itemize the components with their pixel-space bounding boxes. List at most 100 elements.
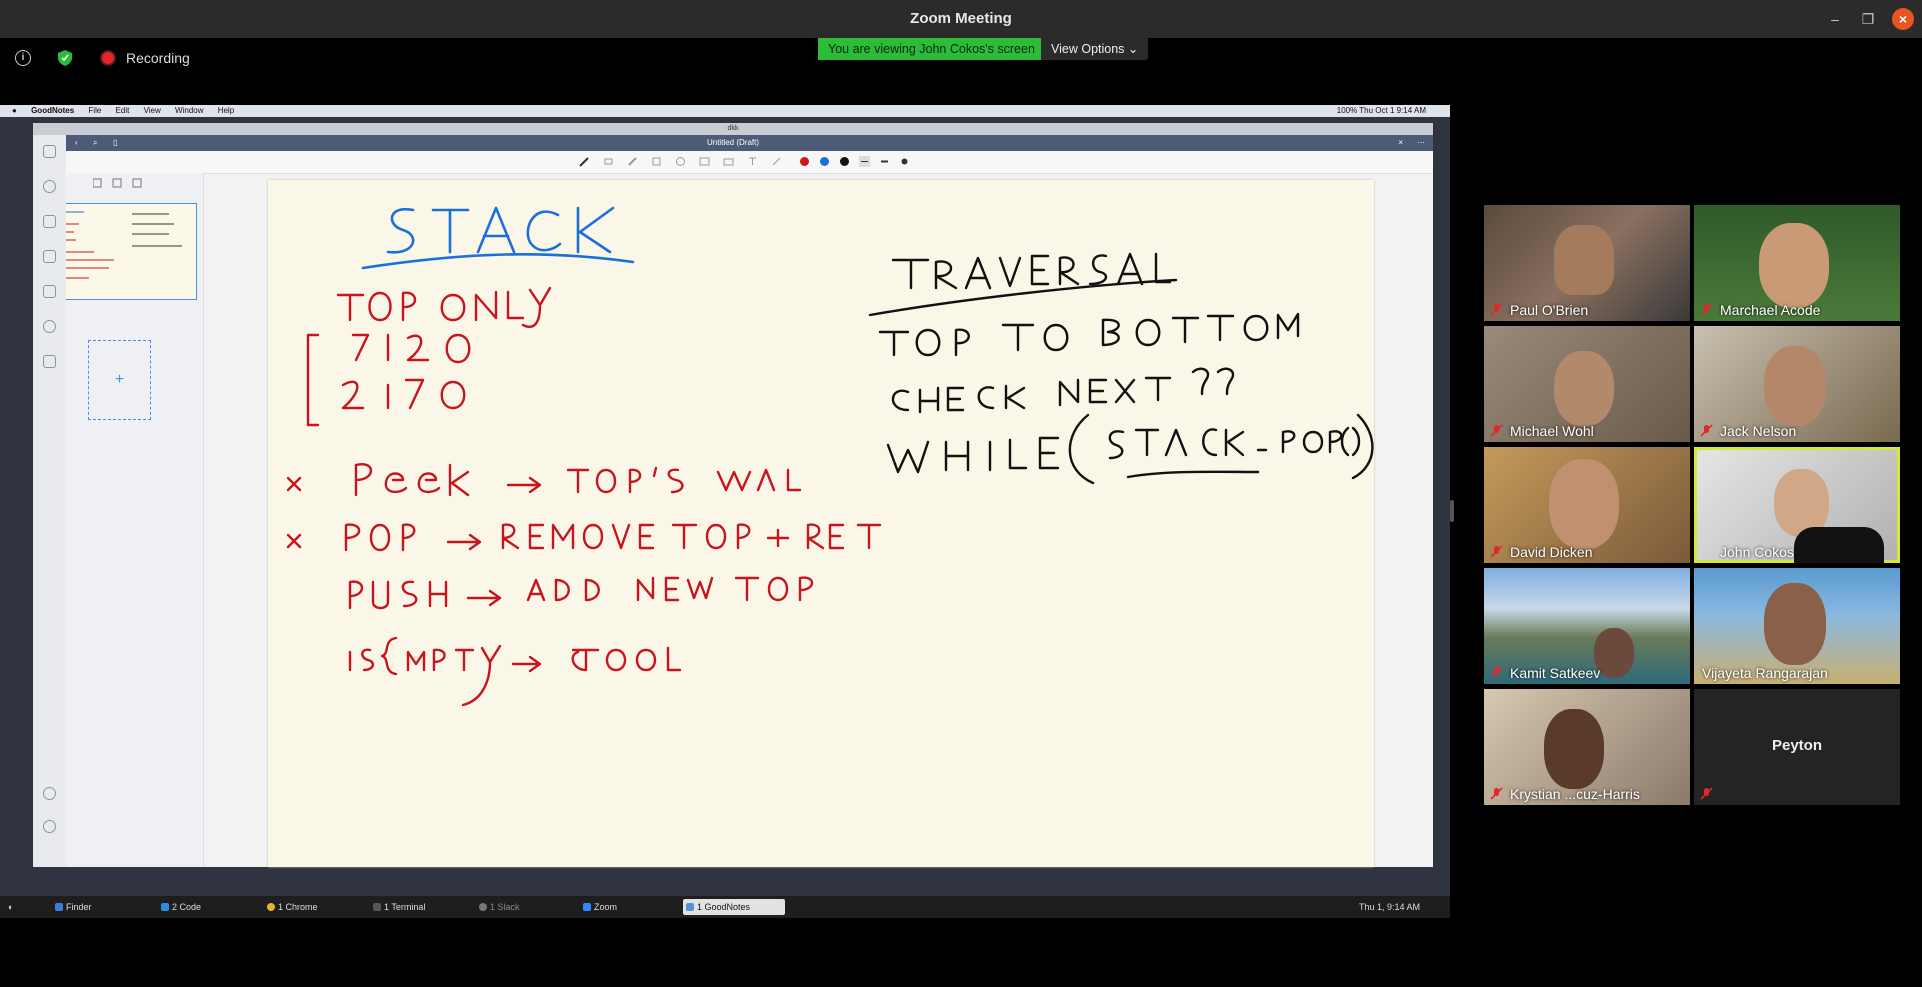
vscode-icon (161, 903, 169, 911)
note-canvas[interactable] (268, 180, 1374, 867)
menu-window: Window (175, 106, 204, 115)
goodnotes-toolbar: ● ● ● ‹ ⌕ ▯ Untitled (Draft) × ⋯ (33, 135, 1433, 151)
participant-tile[interactable]: Vijayeta Rangarajan (1694, 568, 1900, 684)
restore-icon[interactable]: ❐ (1858, 9, 1878, 29)
terminal-icon (373, 903, 381, 911)
muted-mic-icon (1490, 545, 1503, 558)
participant-tile-active-speaker[interactable]: John Cokos (1694, 447, 1900, 563)
participant-tile[interactable]: Kamit Satkeev (1484, 568, 1690, 684)
taskbar-item-terminal: 1 Terminal (370, 899, 474, 915)
chevron-down-icon: ⌄ (1127, 42, 1139, 56)
close-doc-icon: × (1398, 138, 1403, 147)
participant-tile[interactable]: Peyton (1694, 689, 1900, 805)
participant-video (1554, 351, 1614, 426)
participant-name: Peyton (1771, 737, 1822, 754)
blue-color-icon (820, 157, 829, 166)
page-thumbnail[interactable] (43, 203, 197, 300)
eraser-icon (604, 158, 613, 165)
lasso-icon (676, 157, 685, 166)
documents-icon (43, 145, 56, 158)
participant-tile[interactable]: Michael Wohl (1484, 326, 1690, 442)
recording-label: Recording (126, 50, 190, 66)
shield-icon[interactable] (58, 50, 72, 66)
finder-icon (55, 903, 63, 911)
muted-mic-icon (1700, 787, 1713, 800)
menu-edit: Edit (115, 106, 130, 115)
add-page-button[interactable]: + (88, 340, 151, 420)
muted-mic-icon (1490, 303, 1503, 316)
zoom-titlebar: Zoom Meeting – ❐ × (0, 0, 1922, 39)
recording-icon (102, 52, 114, 64)
remote-icon (43, 320, 56, 333)
shared-screen: ● GoodNotes File Edit View Window Help 1… (0, 105, 1450, 918)
participant-name: Jack Nelson (1720, 423, 1797, 439)
text-icon (749, 157, 756, 165)
participant-name: Krystian ...cuz-Harris (1510, 786, 1640, 802)
participant-name: Kamit Satkeev (1510, 665, 1601, 681)
participant-tile[interactable]: David Dicken (1484, 447, 1690, 563)
outer-window-title: dkk (33, 123, 1433, 135)
handwriting-canvas-icon (286, 206, 1374, 707)
participant-tile[interactable]: Jack Nelson (1694, 326, 1900, 442)
menu-help: Help (217, 106, 235, 115)
goodnotes-icon (686, 903, 694, 911)
taskbar-label: 1 GoodNotes (697, 902, 751, 912)
taskbar-label: 1 Terminal (384, 902, 426, 912)
meeting-topbar: i Recording You are viewing John Cokos's… (0, 38, 1922, 78)
menu-file: File (88, 106, 102, 115)
participant-tile[interactable]: Paul O'Brien (1484, 205, 1690, 321)
participant-video (1549, 459, 1619, 549)
menubar-app: GoodNotes (31, 106, 75, 115)
participant-shirt (1794, 527, 1884, 563)
more-icon: ⋯ (1417, 138, 1425, 147)
menubar-status: 100% Thu Oct 1 9:14 AM (1336, 106, 1426, 115)
search-rail-icon (43, 180, 56, 193)
thick-stroke-icon (901, 158, 908, 165)
left-rail (33, 135, 66, 867)
muted-mic-icon (1490, 424, 1503, 437)
launcher-icon: ◐ (8, 902, 14, 912)
close-icon[interactable]: × (1892, 8, 1914, 30)
muted-mic-icon (1490, 666, 1503, 679)
pen-icon (579, 157, 589, 167)
taskbar-label: 2 Code (172, 902, 202, 912)
participant-name: Paul O'Brien (1510, 302, 1589, 318)
gallery-resize-handle[interactable] (1450, 500, 1454, 522)
chrome-icon (267, 903, 275, 911)
red-color-icon (800, 157, 809, 166)
view-mode-icon (93, 178, 142, 188)
account-icon (43, 787, 56, 800)
participant-tile[interactable]: Krystian ...cuz-Harris (1484, 689, 1690, 805)
view-options-button[interactable]: View Options ⌄ (1041, 38, 1149, 60)
taskbar-label: 1 Slack (490, 902, 520, 912)
taskbar-label: 1 Chrome (278, 902, 318, 912)
run-icon (43, 250, 56, 263)
image-icon (699, 157, 710, 166)
thin-stroke-icon (859, 156, 870, 167)
taskbar: ◐ Finder 2 Code 1 Chrome 1 Terminal 1 Sl… (0, 896, 1450, 918)
minimize-icon[interactable]: – (1825, 9, 1845, 29)
participant-name: Michael Wohl (1510, 423, 1594, 439)
shape-icon (652, 157, 661, 166)
participant-video (1759, 223, 1829, 308)
triangle-icon (43, 355, 56, 368)
info-icon[interactable]: i (15, 50, 31, 66)
participant-video (1554, 225, 1614, 295)
muted-mic-icon (1700, 424, 1713, 437)
viewing-banner: You are viewing John Cokos's screen (818, 38, 1045, 60)
taskbar-item-slack: 1 Slack (476, 899, 580, 915)
participant-name: Marchael Acode (1720, 302, 1821, 318)
goodnotes-window: dkk ● ● ● ‹ ⌕ ▯ Untitled (Draft) × ⋯ (33, 123, 1433, 867)
zoom-icon (583, 903, 591, 911)
taskbar-label: Finder (66, 902, 92, 912)
taskbar-label: Zoom (594, 902, 618, 912)
thumbnail-preview-icon (54, 211, 182, 279)
taskbar-item-finder: Finder (52, 899, 156, 915)
participant-tile[interactable]: Marchael Acode (1694, 205, 1900, 321)
mac-menubar: ● GoodNotes File Edit View Window Help 1… (0, 105, 1450, 117)
settings-gear-icon (43, 820, 56, 833)
participant-name: David Dicken (1510, 544, 1593, 560)
document-title: Untitled (Draft) (706, 138, 759, 147)
taskbar-item-zoom: Zoom (580, 899, 684, 915)
source-control-icon (43, 215, 56, 228)
